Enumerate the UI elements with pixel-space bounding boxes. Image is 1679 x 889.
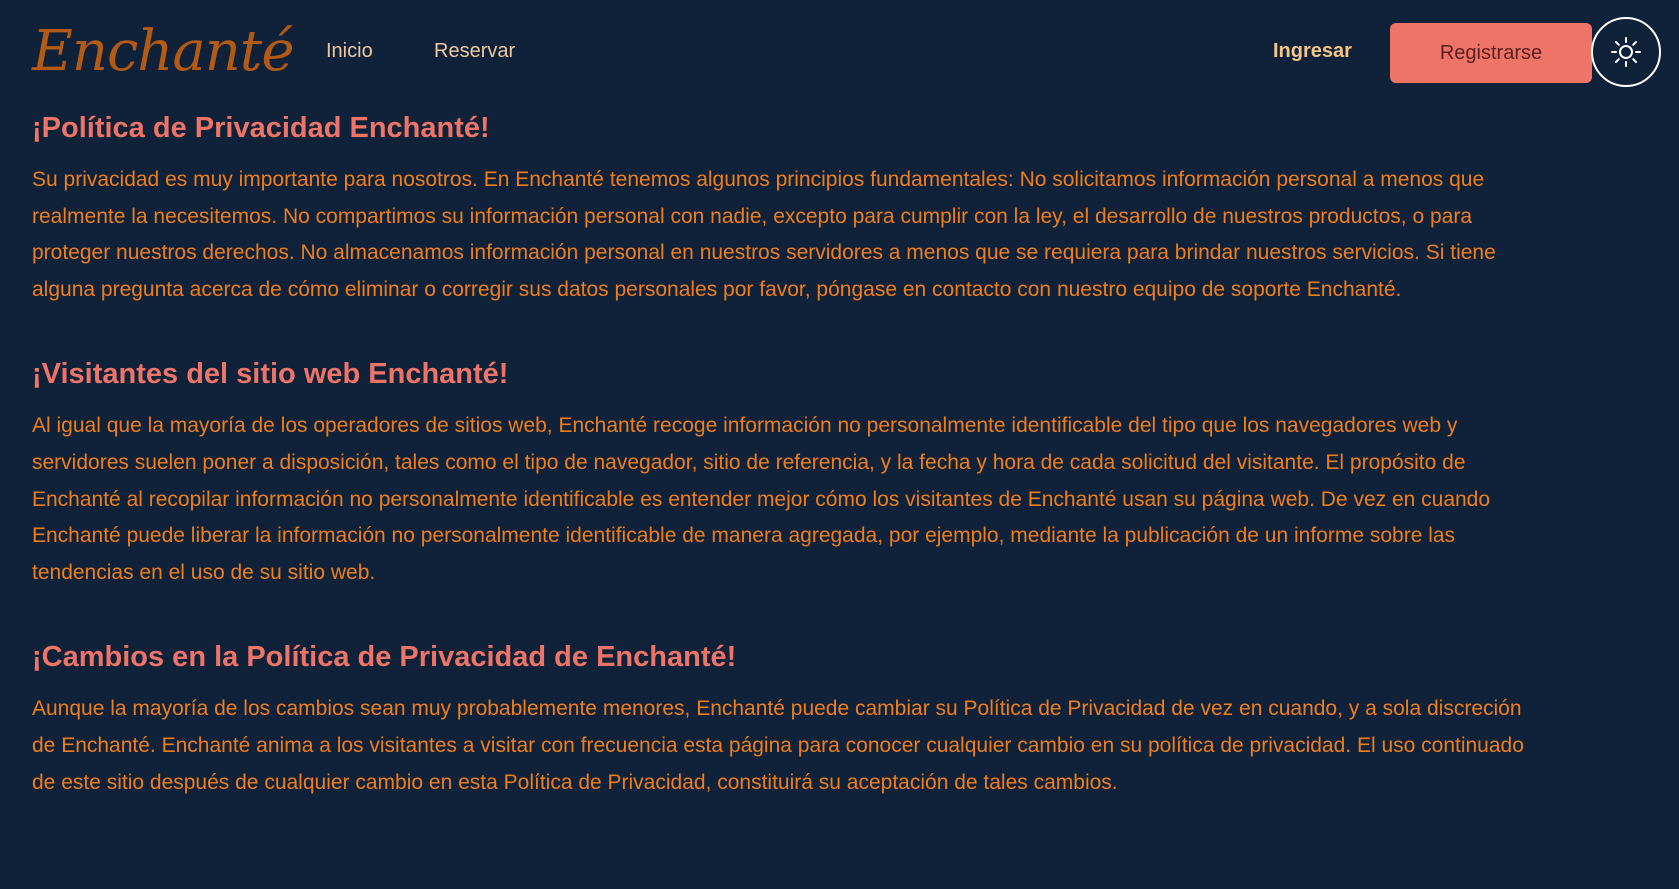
- section-body: Su privacidad es muy importante para nos…: [32, 168, 1496, 301]
- section-body: Al igual que la mayoría de los operadore…: [32, 414, 1491, 584]
- login-link[interactable]: Ingresar: [1273, 40, 1352, 63]
- section-body: Aunque la mayoría de los cambios sean mu…: [32, 697, 1524, 794]
- privacy-content: ¡Política de Privacidad Enchanté! Su pri…: [32, 106, 1532, 801]
- nav-reservar-link[interactable]: Reservar: [434, 40, 515, 63]
- section-heading: ¡Política de Privacidad Enchanté!: [32, 112, 490, 144]
- section-heading: ¡Visitantes del sitio web Enchanté!: [32, 358, 509, 391]
- visitors-section: ¡Visitantes del sitio web Enchanté! Al i…: [32, 352, 1532, 591]
- brand-logo[interactable]: Enchanté: [32, 4, 294, 100]
- privacy-section: ¡Política de Privacidad Enchanté! Su pri…: [32, 106, 1532, 308]
- register-button[interactable]: Registrarse: [1390, 23, 1592, 83]
- site-header: Enchanté Inicio Reservar Ingresar Regist…: [0, 0, 1679, 106]
- nav-inicio-link[interactable]: Inicio: [326, 40, 373, 63]
- changes-section: ¡Cambios en la Política de Privacidad de…: [32, 635, 1532, 801]
- sun-icon: [1611, 37, 1641, 67]
- page: Enchanté Inicio Reservar Ingresar Regist…: [0, 0, 1679, 889]
- theme-toggle-button[interactable]: [1591, 17, 1661, 87]
- section-heading: ¡Cambios en la Política de Privacidad de…: [32, 641, 737, 674]
